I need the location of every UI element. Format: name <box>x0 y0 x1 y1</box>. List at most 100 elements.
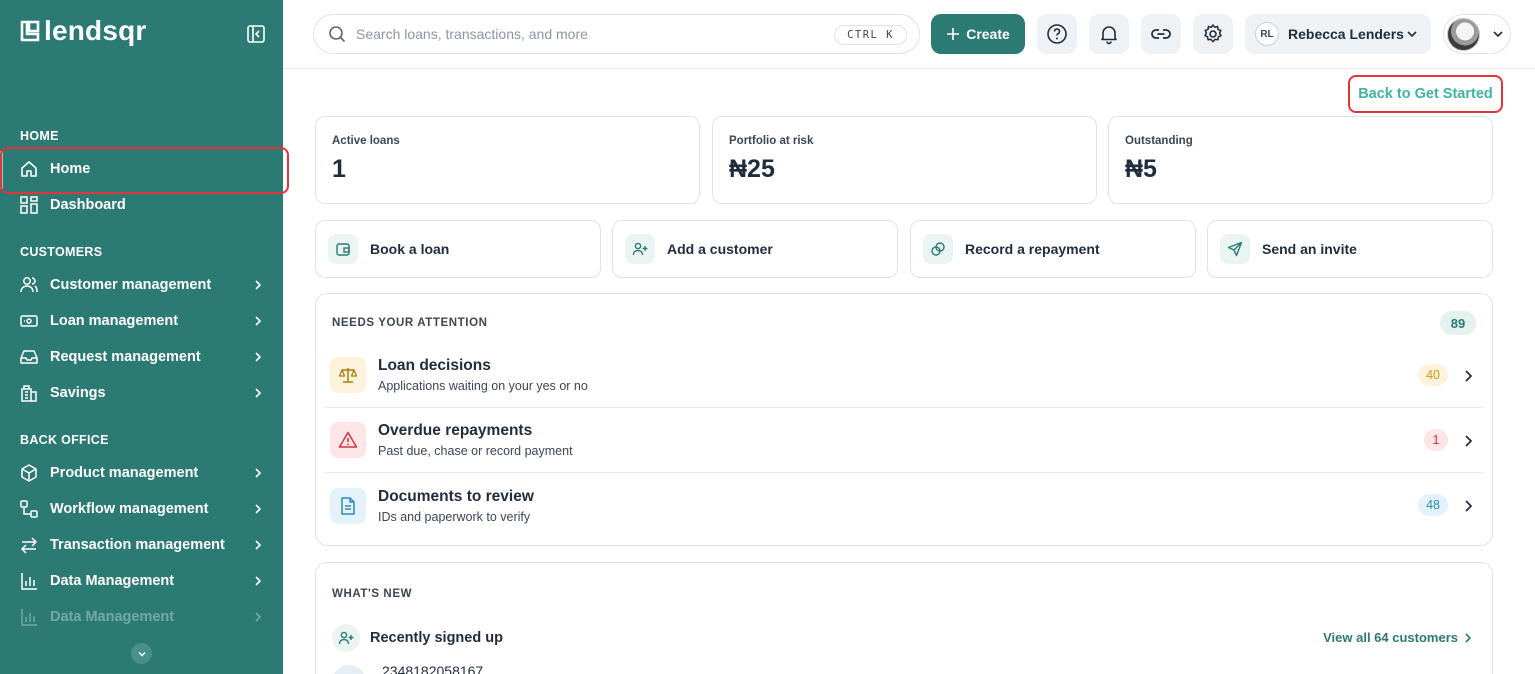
chevron-right-icon <box>255 612 262 622</box>
chevron-right-icon <box>1465 500 1473 512</box>
section-label-home: HOME <box>20 129 59 143</box>
sidebar-item-label: Customer management <box>50 277 212 293</box>
sidebar-item-workflow-management[interactable]: Workflow management <box>0 491 283 527</box>
action-label: Add a customer <box>667 241 773 257</box>
section-label-customers: CUSTOMERS <box>20 245 103 259</box>
stat-label: Portfolio at risk <box>729 135 814 147</box>
stat-value: ₦25 <box>729 155 775 183</box>
user-plus-icon <box>332 624 360 652</box>
attention-subtitle: Past due, chase or record payment <box>378 444 573 458</box>
chevron-right-icon <box>255 316 262 326</box>
action-label: Book a loan <box>370 241 450 257</box>
attention-title: Overdue repayments <box>378 422 533 439</box>
back-to-get-started-link[interactable]: Back to Get Started <box>1348 75 1503 113</box>
section-label-back-office: BACK OFFICE <box>20 433 109 447</box>
help-icon <box>1047 24 1067 44</box>
bell-icon <box>1101 26 1117 45</box>
send-invite-button[interactable]: Send an invite <box>1207 220 1493 278</box>
user-plus-icon <box>625 234 655 264</box>
count-badge: 1 <box>1424 429 1448 451</box>
sidebar-item-label: Data Management <box>50 573 175 589</box>
plus-icon <box>947 28 960 40</box>
chevron-down-icon <box>137 651 146 657</box>
add-customer-button[interactable]: Add a customer <box>612 220 898 278</box>
users-icon <box>18 274 40 296</box>
link-icon <box>1151 29 1171 39</box>
chevron-right-icon <box>255 540 262 550</box>
sidebar-item-customer-management[interactable]: Customer management <box>0 267 283 303</box>
record-repayment-button[interactable]: Record a repayment <box>910 220 1196 278</box>
needs-attention-panel: NEEDS YOUR ATTENTION 89 Loan decisions A… <box>315 293 1493 546</box>
chevron-right-icon <box>255 388 262 398</box>
sidebar: lendsqr HOME Home Dashboard CUSTOMERS Cu <box>0 0 283 674</box>
create-button[interactable]: Create <box>931 14 1025 54</box>
dashboard-icon <box>18 194 40 216</box>
book-loan-button[interactable]: Book a loan <box>315 220 601 278</box>
savings-icon <box>18 382 40 404</box>
attention-subtitle: IDs and paperwork to verify <box>378 509 531 524</box>
notifications-button[interactable] <box>1089 14 1129 54</box>
count-badge: 48 <box>1418 494 1448 516</box>
stat-label: Outstanding <box>1125 135 1193 147</box>
attention-title: Loan decisions <box>378 357 491 374</box>
search-bar[interactable]: CTRL K <box>313 14 920 54</box>
user-name: Rebecca Lenders <box>1288 26 1404 42</box>
settings-button[interactable] <box>1193 14 1233 54</box>
stat-label: Active loans <box>332 135 400 147</box>
chevron-right-icon <box>255 576 262 586</box>
stat-card-outstanding: Outstanding ₦5 <box>1108 116 1493 204</box>
sidebar-item-data-management-2[interactable]: Data Management <box>0 599 283 635</box>
attention-row-loan-decisions[interactable]: Loan decisions Applications waiting on y… <box>324 343 1484 408</box>
loan-icon <box>18 310 40 332</box>
sidebar-item-savings[interactable]: Savings <box>0 375 283 411</box>
account-switcher[interactable]: RL Rebecca Lenders <box>1245 14 1431 54</box>
help-button[interactable] <box>1037 14 1077 54</box>
wallet-icon <box>328 234 358 264</box>
action-label: Send an invite <box>1262 241 1357 257</box>
box-icon <box>18 462 40 484</box>
bar-chart-icon <box>18 606 40 628</box>
sidebar-item-loan-management[interactable]: Loan management <box>0 303 283 339</box>
sidebar-item-label: Product management <box>50 465 199 481</box>
sidebar-item-request-management[interactable]: Request management <box>0 339 283 375</box>
search-input[interactable] <box>356 26 816 42</box>
sidebar-item-label: Loan management <box>50 313 179 329</box>
sidebar-item-product-management[interactable]: Product management <box>0 455 283 491</box>
view-all-customers-link[interactable]: View all 64 customers <box>1323 630 1472 645</box>
attention-row-overdue-repayments[interactable]: Overdue repayments Past due, chase or re… <box>324 408 1484 473</box>
attention-count-badge: 89 <box>1440 311 1476 335</box>
sidebar-item-transaction-management[interactable]: Transaction management <box>0 527 283 563</box>
collapse-sidebar-icon[interactable] <box>246 24 266 44</box>
profile-menu-button[interactable] <box>1443 14 1511 54</box>
recently-signed-up-label: Recently signed up <box>370 630 503 646</box>
brand-logo[interactable]: lendsqr <box>20 17 147 45</box>
action-label: Record a repayment <box>965 241 1100 257</box>
sidebar-item-label: Dashboard <box>50 197 126 213</box>
count-badge: 40 <box>1418 364 1448 386</box>
search-icon <box>329 26 346 43</box>
stat-value: 1 <box>332 155 346 183</box>
sidebar-item-home[interactable]: Home <box>0 151 283 189</box>
sidebar-scroll-down-button[interactable] <box>131 643 152 664</box>
whats-new-panel: WHAT'S NEW Recently signed up View all 6… <box>315 562 1493 674</box>
sidebar-item-label: Home <box>50 161 91 177</box>
customer-phone: 2348182058167 <box>382 663 484 674</box>
sidebar-item-data-management[interactable]: Data Management <box>0 563 283 599</box>
attention-row-documents-to-review[interactable]: Documents to review IDs and paperwork to… <box>324 473 1484 538</box>
links-button[interactable] <box>1141 14 1181 54</box>
create-button-label: Create <box>966 26 1010 42</box>
list-item[interactable]: 2348182058167 <box>332 663 484 674</box>
sidebar-item-label: Transaction management <box>50 537 225 553</box>
stat-card-portfolio-at-risk: Portfolio at risk ₦25 <box>712 116 1097 204</box>
send-icon <box>1220 234 1250 264</box>
stat-value: ₦5 <box>1125 155 1157 183</box>
transfer-icon <box>18 534 40 556</box>
chevron-down-icon <box>1493 31 1503 38</box>
sidebar-item-dashboard[interactable]: Dashboard <box>0 187 283 223</box>
chevron-right-icon <box>255 468 262 478</box>
coins-icon <box>923 234 953 264</box>
attention-subtitle: Applications waiting on your yes or no <box>378 379 588 393</box>
chevron-right-icon <box>1465 632 1472 643</box>
chevron-down-icon <box>1407 31 1417 38</box>
workflow-icon <box>18 498 40 520</box>
